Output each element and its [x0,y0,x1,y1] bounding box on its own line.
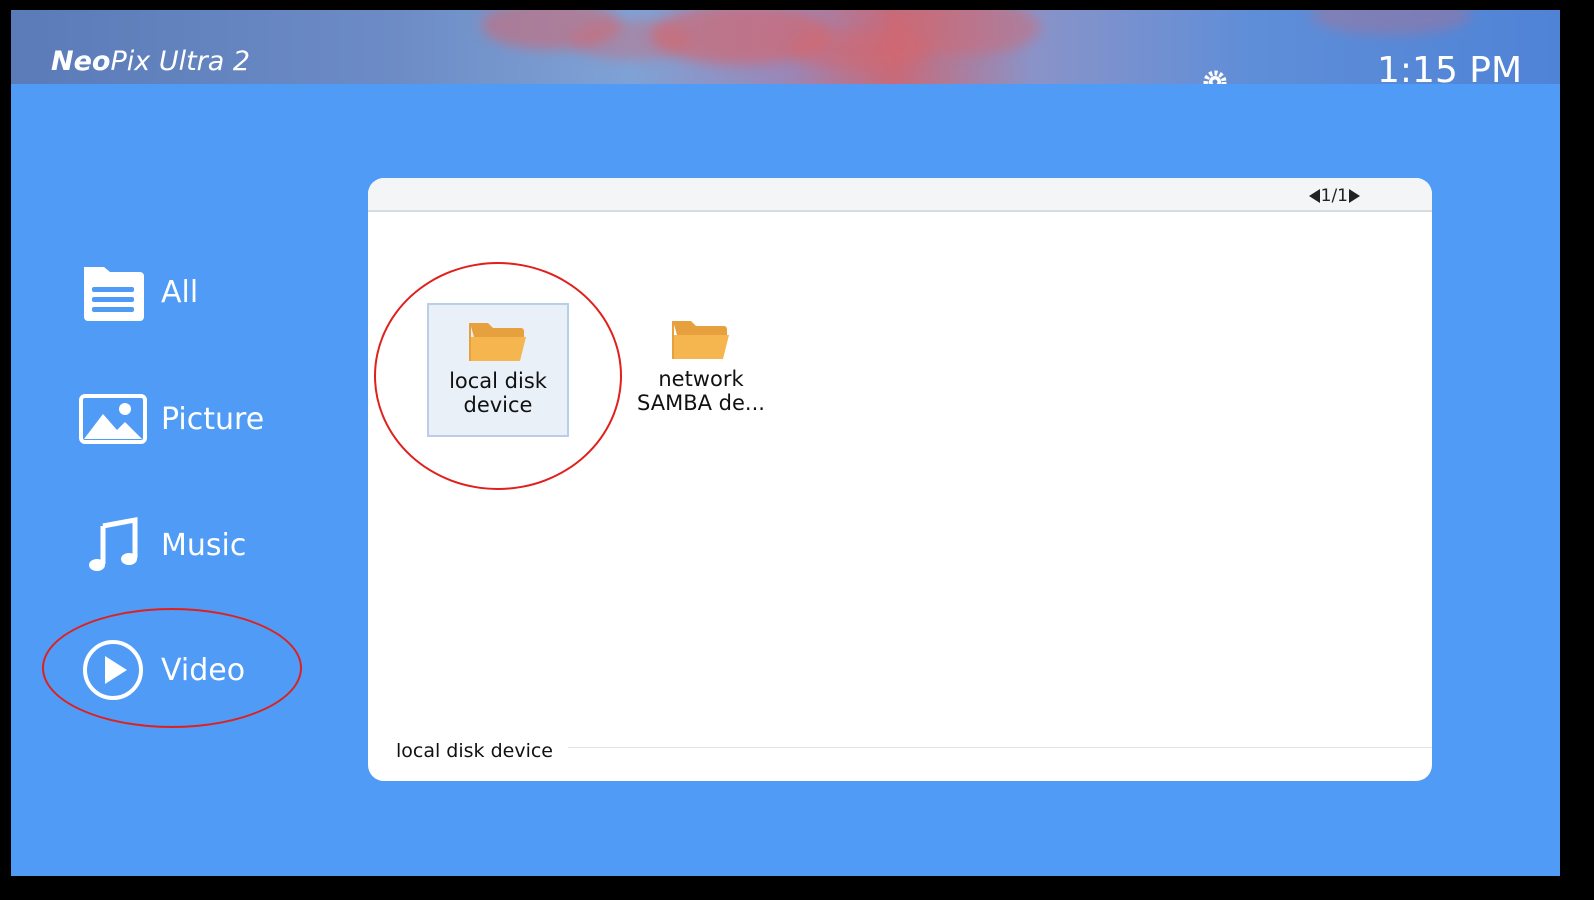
page-indicator: 1/1 [1308,186,1360,206]
next-page-icon[interactable] [1349,189,1360,203]
play-circle-icon [83,640,143,700]
sidebar-item-label: Music [161,527,247,563]
sidebar-item-picture[interactable]: Picture [79,387,339,451]
file-browser-panel: 1/1 local disk device network SAMBA de..… [368,178,1432,781]
header-bar: NeoPix Ultra 2 1:15 PM [11,10,1560,84]
sidebar-item-music[interactable]: Music [79,513,339,577]
picture-icon [79,394,147,444]
sidebar-item-label: Picture [161,401,265,437]
prev-page-icon[interactable] [1308,189,1320,203]
file-item-local-disk[interactable]: local disk device [427,303,569,437]
gear-icon[interactable] [1201,68,1229,84]
folder-icon [469,323,526,361]
panel-topbar: 1/1 [368,178,1432,212]
music-note-icon [89,516,138,571]
sidebar-item-label: Video [161,652,246,688]
file-item-name: local disk device [449,369,547,417]
folder-icon [672,321,729,359]
sidebar-item-all[interactable]: All [79,260,339,324]
screen: NeoPix Ultra 2 1:15 PM All Picture Music… [11,10,1560,876]
divider [568,747,1432,748]
folder-list-icon [84,267,144,321]
status-path: local disk device [396,740,554,762]
clock: 1:15 PM [1377,50,1523,84]
sidebar-item-label: All [161,274,199,310]
file-item-name: network SAMBA de... [637,367,765,415]
sidebar-item-video[interactable]: Video [79,638,339,702]
brand-logo: NeoPix Ultra 2 [51,46,251,77]
file-item-network-samba[interactable]: network SAMBA de... [630,303,772,437]
